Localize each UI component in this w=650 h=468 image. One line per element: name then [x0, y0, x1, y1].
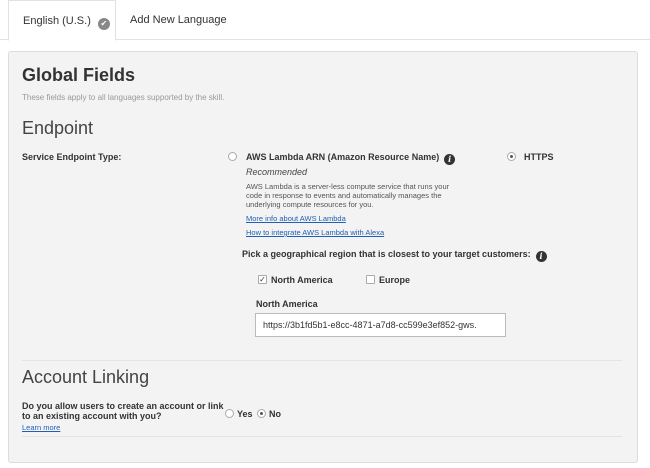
no-label: No	[269, 409, 281, 419]
europe-checkbox[interactable]	[366, 275, 375, 284]
integrate-lambda-link[interactable]: How to integrate AWS Lambda with Alexa	[246, 228, 384, 237]
lambda-radio[interactable]	[228, 152, 237, 161]
yes-label: Yes	[237, 409, 253, 419]
tab-english-us[interactable]: English (U.S.) ✔	[8, 0, 116, 41]
section-divider-bottom	[22, 436, 622, 437]
tab-english-us-label: English (U.S.)	[23, 15, 91, 27]
tab-add-new-language[interactable]: Add New Language	[130, 0, 227, 40]
account-linking-question: Do you allow users to create an account …	[22, 401, 224, 421]
region-prompt-text: Pick a geographical region that is close…	[242, 249, 531, 259]
page-subtitle: These fields apply to all languages supp…	[22, 93, 225, 102]
account-linking-no-radio[interactable]	[257, 409, 266, 418]
page-title: Global Fields	[22, 65, 136, 85]
endpoint-heading: Endpoint	[22, 118, 94, 138]
region-prompt: Pick a geographical region that is close…	[242, 249, 547, 262]
https-option-label: HTTPS	[524, 152, 554, 162]
section-divider	[22, 360, 622, 361]
north-america-checkbox[interactable]: ✓	[258, 275, 267, 284]
more-info-lambda-link[interactable]: More info about AWS Lambda	[246, 214, 346, 223]
north-america-url-input[interactable]	[255, 313, 506, 337]
global-fields-panel: Global Fields These fields apply to all …	[8, 51, 638, 463]
europe-checkbox-label: Europe	[379, 275, 411, 285]
region-info-icon[interactable]: i	[535, 251, 547, 262]
account-linking-yes-radio[interactable]	[225, 409, 234, 418]
https-radio[interactable]	[507, 152, 516, 161]
language-tabs: English (U.S.) ✔ Add New Language	[0, 0, 650, 41]
learn-more-link[interactable]: Learn more	[22, 423, 60, 432]
account-linking-heading: Account Linking	[22, 367, 150, 387]
info-icon[interactable]: i	[444, 154, 456, 165]
lambda-option-label: AWS Lambda ARN (Amazon Resource Name) i	[246, 152, 456, 165]
lambda-description: AWS Lambda is a server-less compute serv…	[246, 182, 450, 209]
check-circle-icon: ✔	[97, 18, 110, 30]
north-america-checkbox-label: North America	[271, 275, 333, 285]
recommended-text: Recommended	[246, 167, 308, 177]
service-endpoint-type-label: Service Endpoint Type:	[22, 152, 122, 162]
lambda-option-text: AWS Lambda ARN (Amazon Resource Name)	[246, 152, 440, 162]
north-america-url-label: North America	[256, 299, 318, 309]
